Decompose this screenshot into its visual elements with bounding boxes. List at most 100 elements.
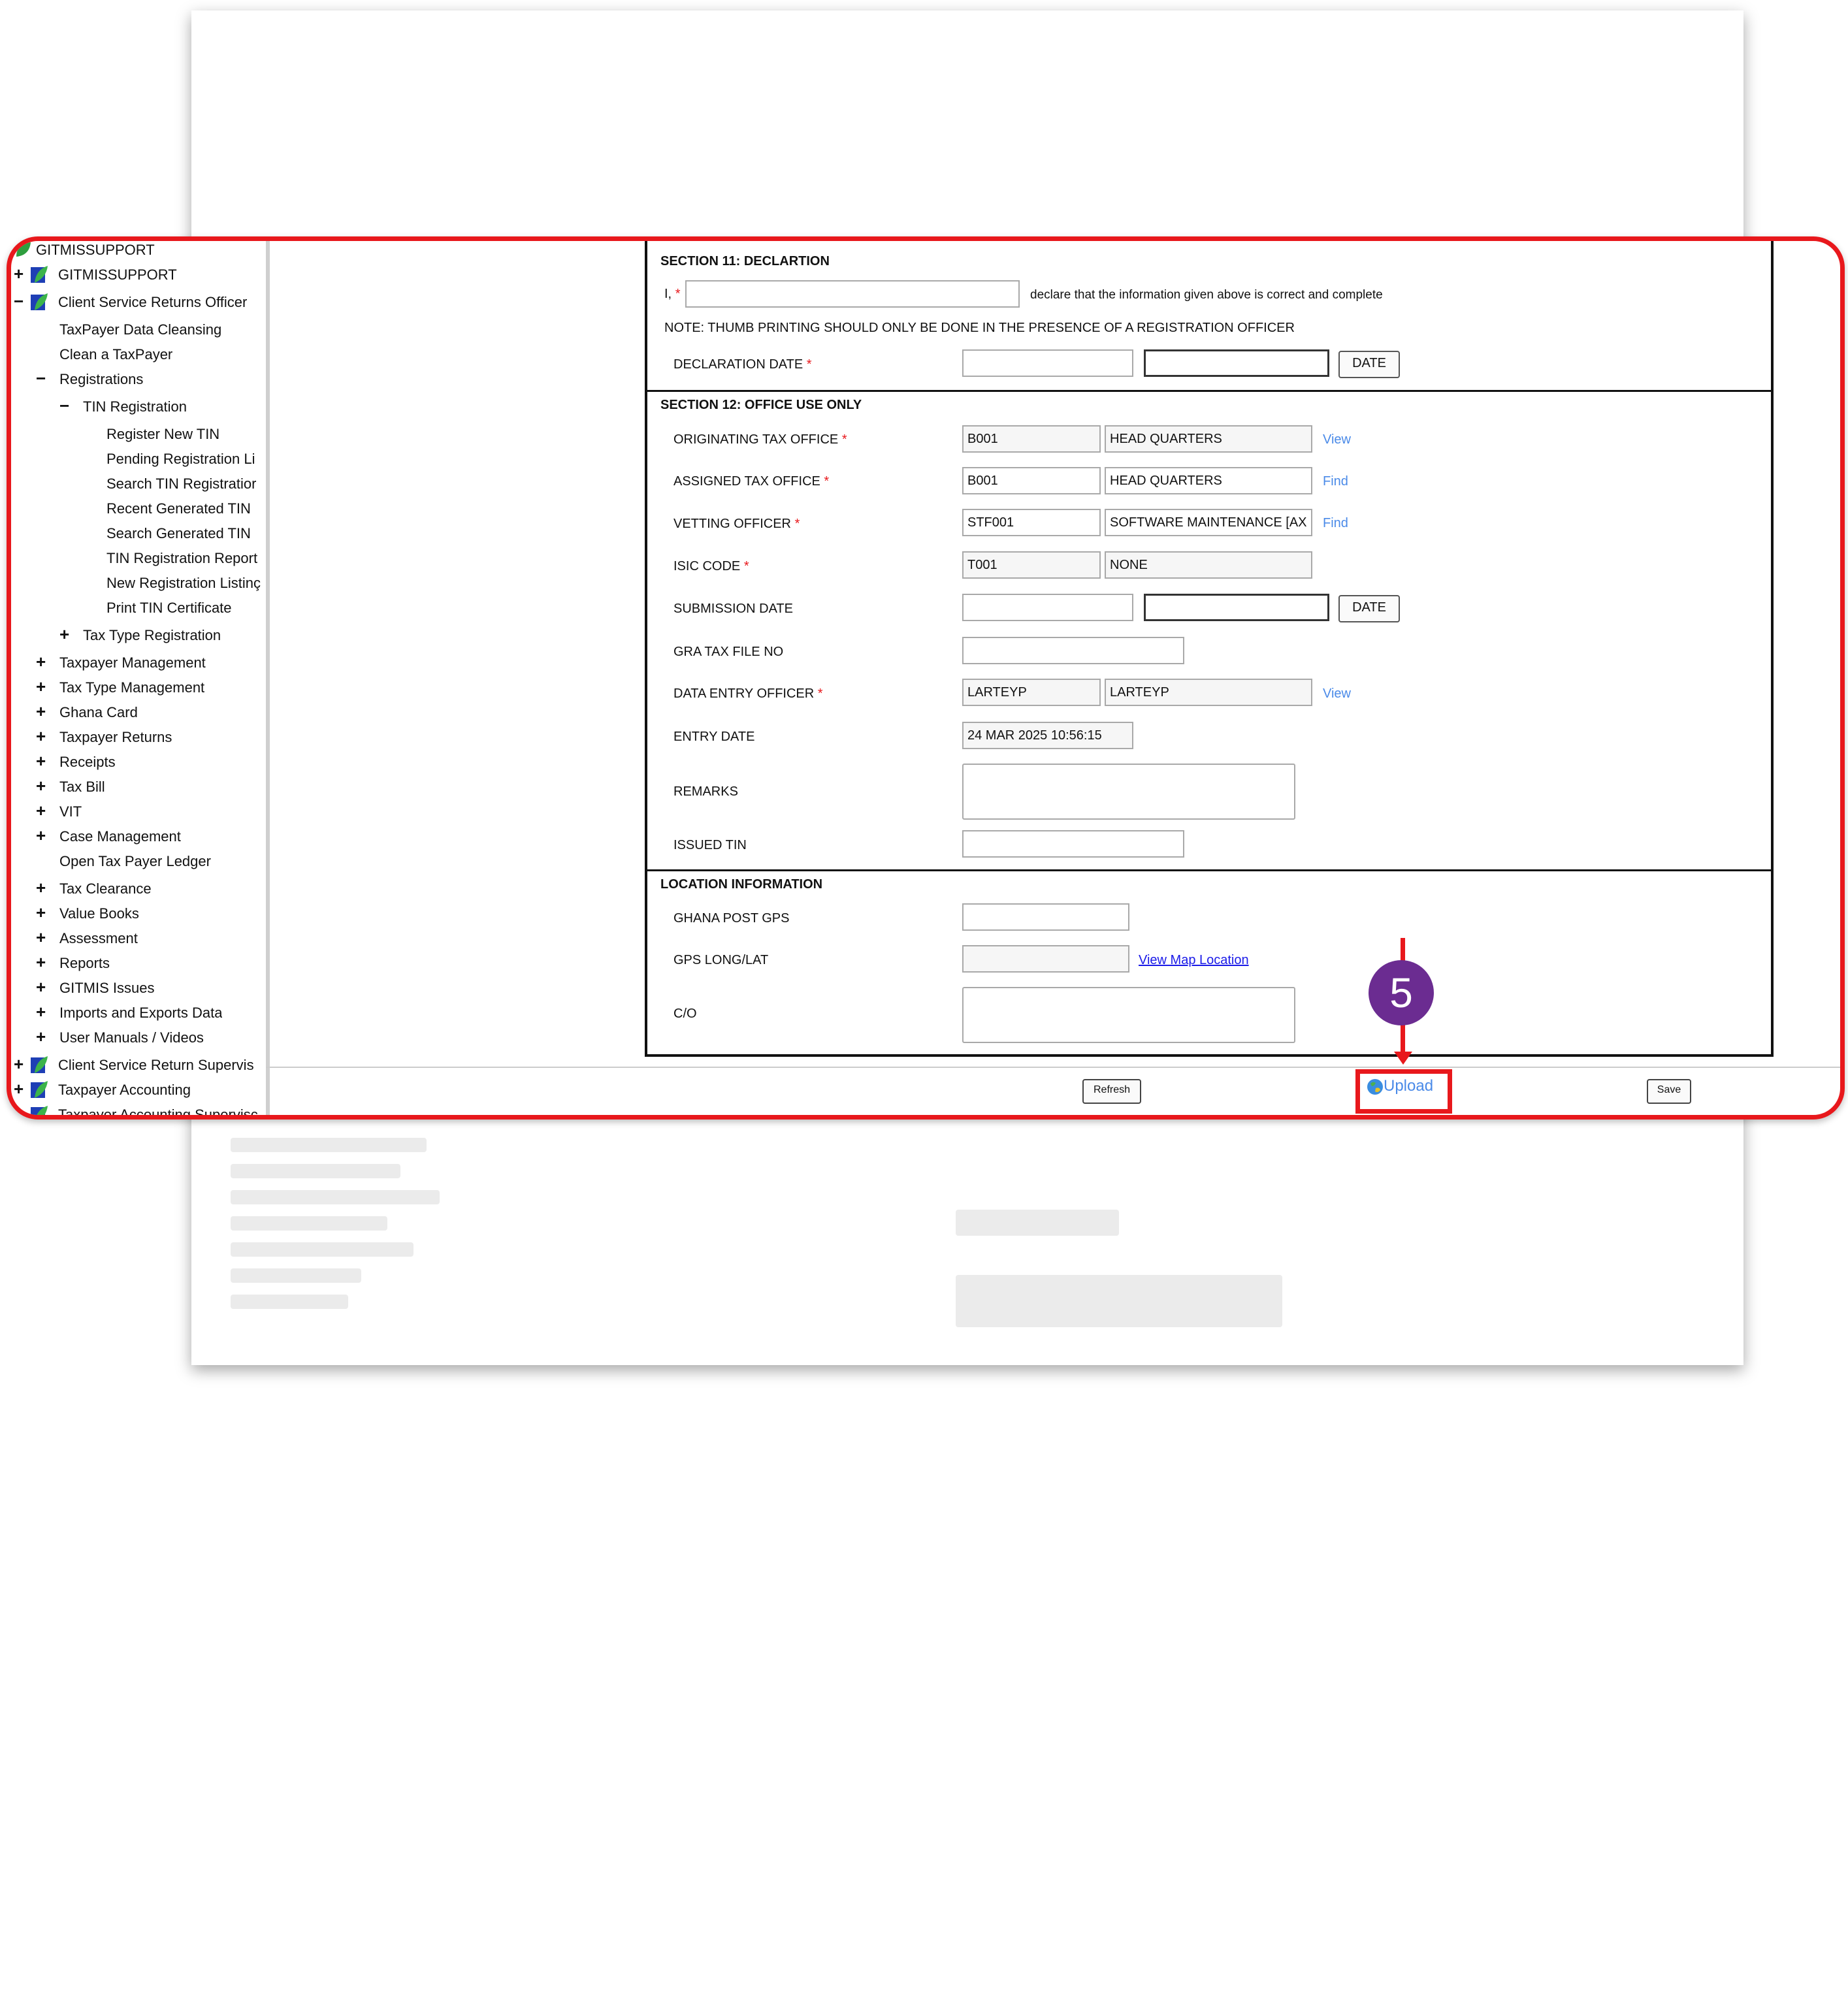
tree-item[interactable]: Value Books: [59, 905, 139, 923]
tree-item[interactable]: Reports: [59, 954, 110, 973]
assigned-office-name[interactable]: HEAD QUARTERS: [1105, 467, 1312, 494]
tree-item[interactable]: GITMIS Issues: [59, 979, 154, 997]
expand-icon[interactable]: +: [14, 265, 24, 283]
expand-icon[interactable]: +: [36, 801, 46, 820]
originating-office-code[interactable]: B001: [962, 425, 1101, 453]
tree-item[interactable]: Tax Type Registration: [83, 626, 221, 645]
upload-button[interactable]: Upload: [1367, 1077, 1433, 1095]
tree-item[interactable]: Taxpayer Accounting: [58, 1081, 191, 1099]
tree-item[interactable]: Search TIN Registratior: [106, 475, 256, 493]
expand-icon[interactable]: +: [36, 777, 46, 795]
tree-item[interactable]: Search Generated TIN: [106, 524, 251, 543]
remarks-textarea[interactable]: [962, 764, 1295, 820]
vetting-officer-name[interactable]: SOFTWARE MAINTENANCE [AX: [1105, 509, 1312, 536]
originating-office-name[interactable]: HEAD QUARTERS: [1105, 425, 1312, 453]
tree-item[interactable]: Recent Generated TIN: [106, 500, 251, 518]
tree-item[interactable]: Taxpayer Accounting Supervisc: [58, 1106, 258, 1115]
expand-icon[interactable]: +: [36, 1003, 46, 1021]
ghana-post-input[interactable]: [962, 903, 1129, 931]
tree-item[interactable]: Client Service Returns Officer: [58, 293, 247, 312]
issued-tin-input[interactable]: [962, 830, 1184, 858]
tree-item[interactable]: Tax Clearance: [59, 880, 152, 898]
divider: [647, 869, 1771, 871]
data-entry-officer-code[interactable]: LARTEYP: [962, 679, 1101, 706]
isic-name-input[interactable]: NONE: [1105, 551, 1312, 579]
save-button[interactable]: Save: [1647, 1079, 1691, 1104]
collapse-icon[interactable]: −: [59, 396, 69, 415]
expand-icon[interactable]: +: [36, 702, 46, 720]
expand-icon[interactable]: +: [36, 653, 46, 671]
co-textarea[interactable]: [962, 987, 1295, 1043]
entry-date-input[interactable]: 24 MAR 2025 10:56:15: [962, 722, 1133, 749]
collapse-icon[interactable]: −: [14, 292, 24, 310]
expand-icon[interactable]: +: [36, 727, 46, 745]
declaration-date-input[interactable]: [962, 349, 1133, 377]
tree-item[interactable]: Assessment: [59, 929, 138, 948]
tree-item[interactable]: TaxPayer Data Cleansing: [59, 321, 221, 339]
expand-icon[interactable]: +: [36, 978, 46, 996]
section-11-title: SECTION 11: DECLARTION: [660, 254, 830, 268]
leaf-icon: [16, 242, 31, 257]
submission-date-label: SUBMISSION DATE: [673, 602, 793, 616]
data-entry-officer-name[interactable]: LARTEYP: [1105, 679, 1312, 706]
vetting-officer-code[interactable]: STF001: [962, 509, 1101, 536]
tree-item[interactable]: Case Management: [59, 828, 181, 846]
tree-item[interactable]: Register New TIN: [106, 425, 219, 443]
tree-item[interactable]: Clean a TaxPayer: [59, 346, 172, 364]
expand-icon[interactable]: +: [14, 1080, 24, 1098]
expand-icon[interactable]: +: [36, 826, 46, 845]
note-text: NOTE: THUMB PRINTING SHOULD ONLY BE DONE…: [664, 321, 1295, 335]
collapse-icon[interactable]: −: [36, 369, 46, 387]
isic-code-input[interactable]: T001: [962, 551, 1101, 579]
declaration-time-input[interactable]: [1144, 349, 1329, 377]
expand-icon[interactable]: +: [36, 677, 46, 696]
declaration-date-button[interactable]: DATE: [1338, 351, 1400, 378]
tree-item[interactable]: VIT: [59, 803, 82, 821]
assigned-office-code[interactable]: B001: [962, 467, 1101, 494]
assigned-find-link[interactable]: Find: [1323, 474, 1348, 489]
registration-form: SECTION 11: DECLARTION I, * declare that…: [645, 241, 1774, 1057]
gps-input[interactable]: [962, 945, 1129, 973]
expand-icon[interactable]: +: [36, 752, 46, 770]
vetting-find-link[interactable]: Find: [1323, 516, 1348, 531]
tree-item[interactable]: Imports and Exports Data: [59, 1004, 222, 1022]
expand-icon[interactable]: +: [36, 878, 46, 897]
tree-item[interactable]: Tax Type Management: [59, 679, 204, 697]
expand-icon[interactable]: +: [36, 928, 46, 946]
tree-item[interactable]: Print TIN Certificate: [106, 599, 232, 617]
tree-item[interactable]: User Manuals / Videos: [59, 1029, 204, 1047]
tree-item[interactable]: TIN Registration: [83, 398, 187, 416]
tree-item[interactable]: Taxpayer Returns: [59, 728, 172, 747]
submission-date-input[interactable]: [962, 594, 1133, 621]
tree-item[interactable]: Taxpayer Management: [59, 654, 206, 672]
tree-item[interactable]: Pending Registration Li: [106, 450, 255, 468]
tree-item[interactable]: Registrations: [59, 370, 143, 389]
tree-item[interactable]: Receipts: [59, 753, 116, 771]
tree-item[interactable]: GITMISSUPPORT: [36, 241, 155, 259]
tree-item[interactable]: TIN Registration Report: [106, 549, 257, 568]
expand-icon[interactable]: +: [14, 1055, 24, 1073]
view-map-link[interactable]: View Map Location: [1139, 953, 1249, 968]
submission-date-button[interactable]: DATE: [1338, 595, 1400, 622]
tree-item[interactable]: New Registration Listinç: [106, 574, 261, 592]
declarant-name-input[interactable]: [685, 280, 1020, 308]
vetting-officer-label: VETTING OFFICER *: [673, 517, 800, 531]
tree-item[interactable]: Client Service Return Supervis: [58, 1056, 254, 1074]
tree-item[interactable]: GITMISSUPPORT: [58, 266, 177, 284]
expand-icon[interactable]: +: [36, 953, 46, 971]
entry-date-label: ENTRY DATE: [673, 730, 755, 744]
gra-file-input[interactable]: [962, 637, 1184, 664]
tree-item[interactable]: Ghana Card: [59, 703, 138, 722]
originating-view-link[interactable]: View: [1323, 432, 1351, 447]
expand-icon[interactable]: +: [36, 1027, 46, 1046]
data-entry-view-link[interactable]: View: [1323, 686, 1351, 701]
tree-item[interactable]: Open Tax Payer Ledger: [59, 852, 211, 871]
expand-icon[interactable]: +: [14, 1104, 24, 1115]
expand-icon[interactable]: +: [36, 903, 46, 922]
expand-icon[interactable]: +: [59, 625, 69, 643]
tree-item[interactable]: Tax Bill: [59, 778, 105, 796]
refresh-button[interactable]: Refresh: [1082, 1079, 1141, 1104]
submission-time-input[interactable]: [1144, 594, 1329, 621]
assigned-office-label: ASSIGNED TAX OFFICE *: [673, 474, 830, 489]
navigation-tree: GITMISSUPPORT + GITMISSUPPORT − Client Servi…: [11, 241, 270, 1115]
